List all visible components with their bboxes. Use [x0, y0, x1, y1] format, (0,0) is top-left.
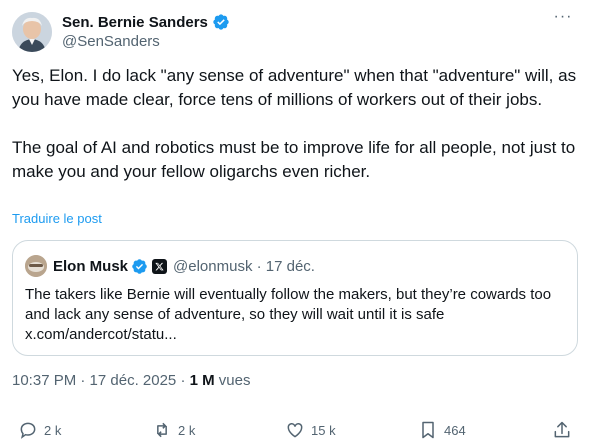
views-label: vues	[214, 372, 251, 389]
reply-count: 2 k	[44, 422, 62, 438]
time-date[interactable]: 10:37 PM · 17 déc. 2025 ·	[12, 372, 190, 389]
quoted-tweet-text: The takers like Bernie will eventually f…	[25, 286, 552, 343]
views-count: 1 M	[189, 372, 215, 389]
bookmark-count: 464	[444, 422, 466, 438]
share-button[interactable]	[552, 420, 572, 440]
verified-badge-icon	[132, 258, 147, 274]
quoted-handle-date: @elonmusk · 17 déc.	[173, 257, 315, 275]
tweet-paragraph: The goal of AI and robotics must be to i…	[12, 138, 576, 181]
action-bar: 2 k 2 k 15 k 464	[0, 420, 590, 444]
quoted-tweet-header: Elon Musk @elonmusk · 17 déc.	[25, 255, 315, 277]
reply-icon	[20, 422, 36, 439]
repost-count: 2 k	[178, 422, 196, 438]
x-affiliate-icon	[152, 258, 168, 274]
author-info: Sen. Bernie Sanders @SenSanders	[62, 12, 230, 50]
repost-button[interactable]: 2 k	[152, 420, 195, 440]
more-options-icon[interactable]: ···	[552, 9, 574, 30]
like-count: 15 k	[311, 422, 336, 438]
tweet-paragraph: Yes, Elon. I do lack "any sense of adven…	[12, 66, 577, 109]
author-display-name[interactable]: Sen. Bernie Sanders	[62, 14, 208, 31]
repost-icon	[157, 422, 167, 438]
verified-badge-icon[interactable]	[212, 13, 230, 31]
tweet-timestamp: 10:37 PM · 17 déc. 2025 · 1 M vues	[12, 372, 250, 389]
tweet-text: Yes, Elon. I do lack "any sense of adven…	[12, 64, 582, 184]
bookmark-button[interactable]: 464	[418, 420, 466, 440]
avatar[interactable]	[12, 12, 52, 52]
heart-icon	[287, 422, 303, 438]
author-handle[interactable]: @SenSanders	[62, 33, 230, 50]
like-button[interactable]: 15 k	[285, 420, 336, 440]
share-icon	[554, 421, 570, 438]
reply-button[interactable]: 2 k	[18, 420, 61, 440]
quoted-tweet[interactable]: Elon Musk @elonmusk · 17 déc. The takers…	[12, 240, 578, 356]
bookmark-icon	[422, 421, 434, 439]
translate-link[interactable]: Traduire le post	[12, 211, 102, 226]
quoted-display-name: Elon Musk	[53, 257, 129, 275]
quoted-avatar	[25, 255, 47, 277]
tweet-header: Sen. Bernie Sanders @SenSanders ···	[12, 8, 578, 56]
